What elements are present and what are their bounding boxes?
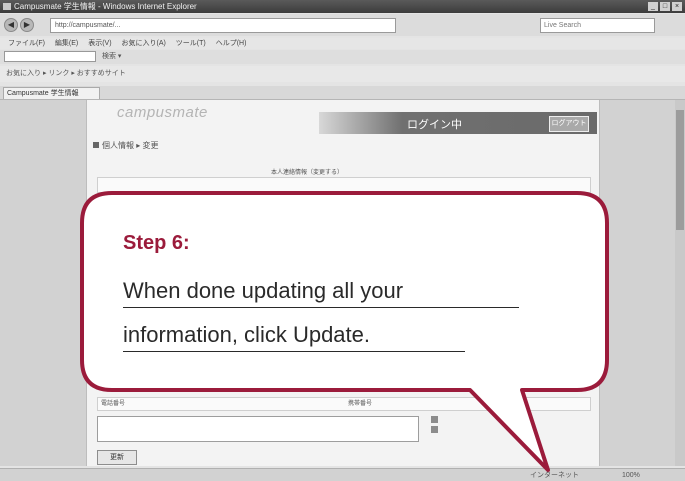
callout-bubble	[80, 191, 609, 472]
callout-instruction-line-1: When done updating all your	[123, 278, 519, 308]
callout-step-title: Step 6:	[123, 232, 190, 254]
callout-instruction-line-2: information, click Update.	[123, 322, 465, 352]
